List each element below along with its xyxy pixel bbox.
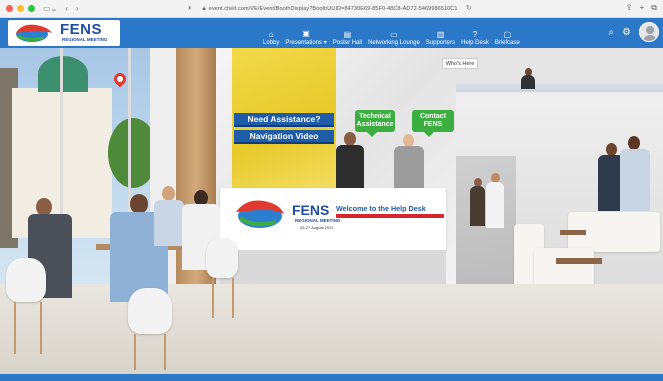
nav-supporters[interactable]: ▥ Supporters <box>423 20 458 46</box>
app-header: FENS REGIONAL MEETING ⌂ Lobby ▣ Presenta… <box>0 18 663 48</box>
person-head <box>130 194 148 214</box>
window-controls <box>6 5 35 12</box>
chair-leg <box>134 334 136 370</box>
nav-label: Presentations ▾ <box>285 39 326 46</box>
nav-presentations[interactable]: ▣ Presentations ▾ <box>282 20 329 46</box>
side-table <box>556 258 602 264</box>
browser-chrome: ▭⌄ ‹ › ◐ 🔒︎ event.chelt.com/VE/Event/Boo… <box>0 0 663 18</box>
main-nav: ⌂ Lobby ▣ Presentations ▾ ▤ Poster Hall … <box>260 20 523 46</box>
person-body <box>521 75 535 89</box>
chevron-down-icon: ▾ <box>323 40 327 46</box>
contact-fens-button[interactable]: Contact FENS <box>412 110 454 137</box>
person-body <box>394 146 424 190</box>
fens-logo[interactable]: FENS REGIONAL MEETING <box>8 20 120 46</box>
glass-railing <box>456 84 663 92</box>
nav-help-desk[interactable]: ? Help Desk <box>458 20 492 46</box>
need-assistance-button[interactable]: Need Assistance? <box>234 113 334 127</box>
chair <box>6 258 46 302</box>
event-date: 25-27 August 2021 <box>300 225 334 230</box>
welcome-message: Welcome to the Help Desk <box>336 204 426 213</box>
nav-poster-hall[interactable]: ▤ Poster Hall <box>330 20 365 46</box>
maximize-window-button[interactable] <box>28 5 35 12</box>
person-body <box>486 182 504 228</box>
chair <box>128 288 172 334</box>
desk-logo-subtitle: REGIONAL MEETING <box>295 218 341 223</box>
nav-label-text: Presentations <box>285 40 323 46</box>
poster-icon: ▤ <box>343 30 352 39</box>
chair-leg <box>164 334 166 370</box>
bottom-bar <box>0 374 663 381</box>
nav-label: Briefcase <box>494 40 520 46</box>
logo-title: FENS <box>60 21 103 38</box>
logo-subtitle: REGIONAL MEETING <box>62 37 108 42</box>
url-text: event.chelt.com/VE/Event/BoothDisplay?Bo… <box>208 6 458 12</box>
browser-actions: ⇪ + ⧉ <box>626 3 657 13</box>
search-icon[interactable]: ⌕ <box>608 27 614 38</box>
nav-label: Lobby <box>263 40 280 46</box>
chair-leg <box>232 278 234 318</box>
back-icon[interactable]: ‹ <box>65 4 68 13</box>
chair-leg <box>40 302 42 354</box>
person-body <box>470 186 485 226</box>
desk-logo-title: FENS <box>292 202 330 218</box>
chair-leg <box>14 302 16 354</box>
share-icon[interactable]: ⇪ <box>626 3 633 13</box>
nav-label: Help Desk <box>461 40 489 46</box>
chair <box>206 238 238 278</box>
lock-icon: 🔒︎ <box>202 5 206 12</box>
close-window-button[interactable] <box>6 5 13 12</box>
whos-here-button[interactable]: Who's Here <box>442 58 478 69</box>
help-desk-scene: Need Assistance? Navigation Video Techni… <box>0 48 663 374</box>
person-body <box>620 149 650 211</box>
home-icon: ⌂ <box>268 30 274 39</box>
nav-networking-lounge[interactable]: ▭ Networking Lounge <box>365 20 423 46</box>
navigation-video-button[interactable]: Navigation Video <box>234 130 334 144</box>
lounge-icon: ▭ <box>390 30 398 39</box>
coffee-table <box>560 230 586 235</box>
person-head <box>162 186 175 201</box>
help-desk-base <box>220 250 446 286</box>
brain-logo-icon <box>236 200 284 228</box>
reload-icon[interactable]: ↻ <box>466 4 472 12</box>
technical-assistance-button[interactable]: Technical Assistance <box>355 110 395 137</box>
brain-logo-icon <box>16 24 52 42</box>
header-actions: ⌕ ⚙ <box>608 22 659 42</box>
new-tab-icon[interactable]: + <box>640 3 645 13</box>
briefcase-icon: ▢ <box>503 30 512 39</box>
gear-icon[interactable]: ⚙ <box>622 27 631 38</box>
address-bar[interactable]: 🔒︎ event.chelt.com/VE/Event/BoothDisplay… <box>190 3 470 15</box>
nav-briefcase[interactable]: ▢ Briefcase <box>492 20 523 46</box>
nav-label: Supporters <box>425 40 456 46</box>
nav-label: Networking Lounge <box>368 40 420 46</box>
church-dome <box>38 56 88 92</box>
presentation-icon: ▣ <box>302 29 310 38</box>
avatar[interactable] <box>639 22 659 42</box>
chair-leg <box>212 278 214 318</box>
person-head <box>628 136 640 150</box>
person-body <box>336 145 364 189</box>
nav-lobby[interactable]: ⌂ Lobby <box>260 20 282 46</box>
person-head <box>344 132 356 146</box>
sidebar-toggle-icon[interactable]: ▭⌄ <box>43 4 57 13</box>
person-body <box>154 200 184 246</box>
help-icon: ? <box>472 30 478 39</box>
desk-accent-line <box>336 214 444 218</box>
tabs-overview-icon[interactable]: ⧉ <box>651 3 657 13</box>
forward-icon[interactable]: › <box>76 4 79 13</box>
floor <box>0 284 663 374</box>
supporters-icon: ▥ <box>436 30 445 39</box>
nav-label: Poster Hall <box>332 40 363 46</box>
minimize-window-button[interactable] <box>17 5 24 12</box>
